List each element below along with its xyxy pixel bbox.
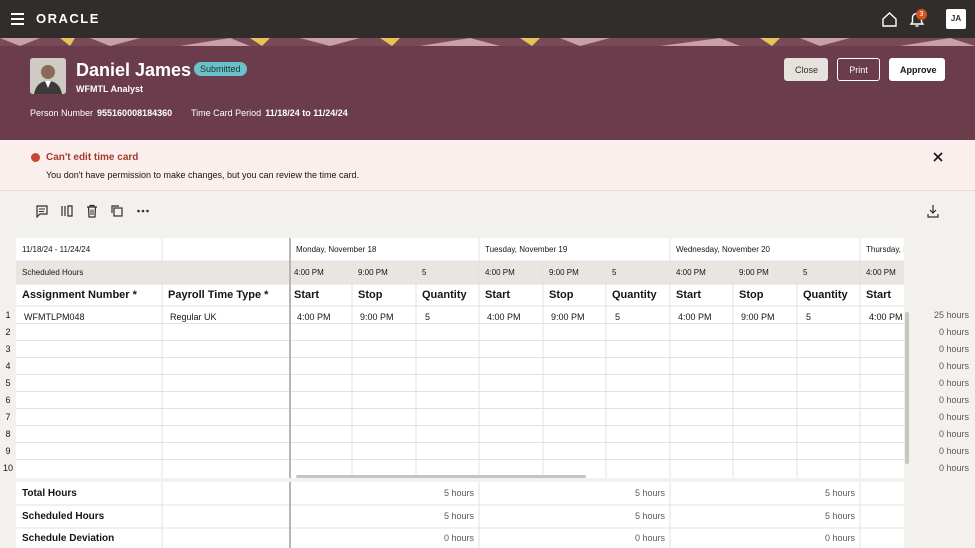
day-header: Thursday, N bbox=[866, 245, 904, 254]
start-header[interactable]: Start bbox=[670, 289, 701, 301]
scheduled-cell: 9:00 PM bbox=[739, 268, 769, 277]
time-cell[interactable]: 4:00 PM bbox=[674, 312, 712, 322]
scheduled-cell: 4:00 PM bbox=[485, 268, 515, 277]
start-header[interactable]: Start bbox=[288, 289, 319, 301]
date-range: 11/18/24 - 11/24/24 bbox=[22, 245, 91, 254]
error-icon bbox=[31, 153, 40, 162]
columns-icon[interactable] bbox=[60, 204, 74, 218]
row-number: 3 bbox=[5, 344, 11, 354]
time-cell[interactable]: 4:00 PM bbox=[865, 312, 904, 322]
person-photo bbox=[30, 58, 66, 94]
person-name: Daniel James bbox=[76, 60, 192, 80]
start-header[interactable]: Start bbox=[860, 289, 891, 301]
scheduled-cell: 9:00 PM bbox=[358, 268, 388, 277]
assignment-cell[interactable]: WFMTLPM048 bbox=[20, 312, 85, 322]
scheduled-cell: 5 bbox=[803, 268, 808, 277]
row-total: 0 hours bbox=[938, 327, 969, 337]
time-cell[interactable]: 9:00 PM bbox=[737, 312, 775, 322]
period-label: Time Card Period bbox=[191, 108, 262, 118]
more-icon[interactable] bbox=[136, 204, 150, 218]
row-number: 1 bbox=[5, 310, 11, 320]
row-total: 0 hours bbox=[938, 446, 969, 456]
scheduled-cell: 4:00 PM bbox=[294, 268, 324, 277]
scheduled-cell: 4:00 PM bbox=[676, 268, 706, 277]
stop-header[interactable]: Stop bbox=[733, 289, 763, 301]
day-header: Wednesday, November 20 bbox=[676, 245, 770, 254]
approve-button[interactable]: Approve bbox=[889, 58, 945, 81]
global-header: ORACLE 3 JA bbox=[0, 0, 975, 38]
decorative-pattern bbox=[0, 38, 975, 46]
row-total: 25 hours bbox=[933, 310, 969, 320]
oracle-logo[interactable]: ORACLE bbox=[36, 11, 100, 26]
person-number: Person Number 955160008184360 bbox=[30, 108, 172, 118]
stop-header[interactable]: Stop bbox=[543, 289, 573, 301]
time-card-period: Time Card Period 11/18/24 to 11/24/24 bbox=[191, 108, 348, 118]
scheduled-cell: 4:00 PM bbox=[866, 268, 896, 277]
scheduled-cell: 5 bbox=[422, 268, 427, 277]
scheduled-hours-label: Scheduled Hours bbox=[22, 268, 84, 277]
row-number: 7 bbox=[5, 412, 11, 422]
close-button[interactable]: Close bbox=[784, 58, 828, 81]
start-header[interactable]: Start bbox=[479, 289, 510, 301]
vertical-scrollbar[interactable] bbox=[905, 312, 909, 464]
time-card-grid: 11/18/24 - 11/24/24 Monday, November 18 … bbox=[16, 238, 904, 478]
copy-icon[interactable] bbox=[110, 204, 124, 218]
time-cell[interactable]: 4:00 PM bbox=[293, 312, 331, 322]
job-title: WFMTL Analyst bbox=[76, 84, 143, 94]
time-cell[interactable]: 9:00 PM bbox=[547, 312, 585, 322]
summary-grid-lines bbox=[16, 482, 904, 548]
row-number: 10 bbox=[2, 463, 13, 473]
scheduled-cell: 9:00 PM bbox=[549, 268, 579, 277]
assignment-number-header[interactable]: Assignment Number * bbox=[16, 289, 137, 301]
hamburger-icon[interactable] bbox=[11, 13, 24, 25]
person-number-label: Person Number bbox=[30, 108, 94, 118]
status-badge: Submitted bbox=[194, 62, 247, 76]
quantity-header[interactable]: Quantity bbox=[416, 289, 467, 301]
payroll-time-type-cell[interactable]: Regular UK bbox=[166, 312, 217, 322]
quantity-header[interactable]: Quantity bbox=[606, 289, 657, 301]
quantity-header[interactable]: Quantity bbox=[797, 289, 848, 301]
row-total: 0 hours bbox=[938, 378, 969, 388]
banner-title: Can't edit time card bbox=[46, 152, 139, 163]
day-header: Tuesday, November 19 bbox=[485, 245, 568, 254]
home-icon[interactable] bbox=[881, 11, 898, 28]
print-button[interactable]: Print bbox=[837, 58, 880, 81]
row-total: 0 hours bbox=[938, 412, 969, 422]
person-number-value: 955160008184360 bbox=[97, 108, 173, 118]
stop-header[interactable]: Stop bbox=[352, 289, 382, 301]
comment-icon[interactable] bbox=[35, 204, 49, 218]
row-number: 5 bbox=[5, 378, 11, 388]
quantity-cell[interactable]: 5 bbox=[611, 312, 620, 322]
period-value: 11/18/24 to 11/24/24 bbox=[265, 108, 348, 118]
download-icon[interactable] bbox=[926, 204, 940, 218]
row-number: 4 bbox=[5, 361, 11, 371]
row-number: 8 bbox=[5, 429, 11, 439]
scheduled-cell: 5 bbox=[612, 268, 617, 277]
grid-lines bbox=[16, 238, 904, 478]
payroll-time-type-header[interactable]: Payroll Time Type * bbox=[162, 289, 268, 301]
row-total: 0 hours bbox=[938, 429, 969, 439]
row-total: 0 hours bbox=[938, 463, 969, 473]
timecard-header: Daniel James Submitted WFMTL Analyst Per… bbox=[0, 38, 975, 140]
delete-icon[interactable] bbox=[85, 204, 99, 218]
user-avatar[interactable]: JA bbox=[946, 9, 966, 29]
row-total: 0 hours bbox=[938, 395, 969, 405]
row-total: 0 hours bbox=[938, 344, 969, 354]
notification-badge: 3 bbox=[916, 9, 927, 20]
row-total: 0 hours bbox=[938, 361, 969, 371]
quantity-cell[interactable]: 5 bbox=[802, 312, 811, 322]
row-number: 2 bbox=[5, 327, 11, 337]
time-cell[interactable]: 9:00 PM bbox=[356, 312, 394, 322]
row-number: 6 bbox=[5, 395, 11, 405]
row-number: 9 bbox=[5, 446, 11, 456]
error-banner bbox=[0, 140, 975, 191]
time-cell[interactable]: 4:00 PM bbox=[483, 312, 521, 322]
quantity-cell[interactable]: 5 bbox=[421, 312, 430, 322]
close-icon[interactable] bbox=[931, 150, 945, 164]
banner-message: You don't have permission to make change… bbox=[46, 170, 360, 180]
day-header: Monday, November 18 bbox=[296, 245, 377, 254]
